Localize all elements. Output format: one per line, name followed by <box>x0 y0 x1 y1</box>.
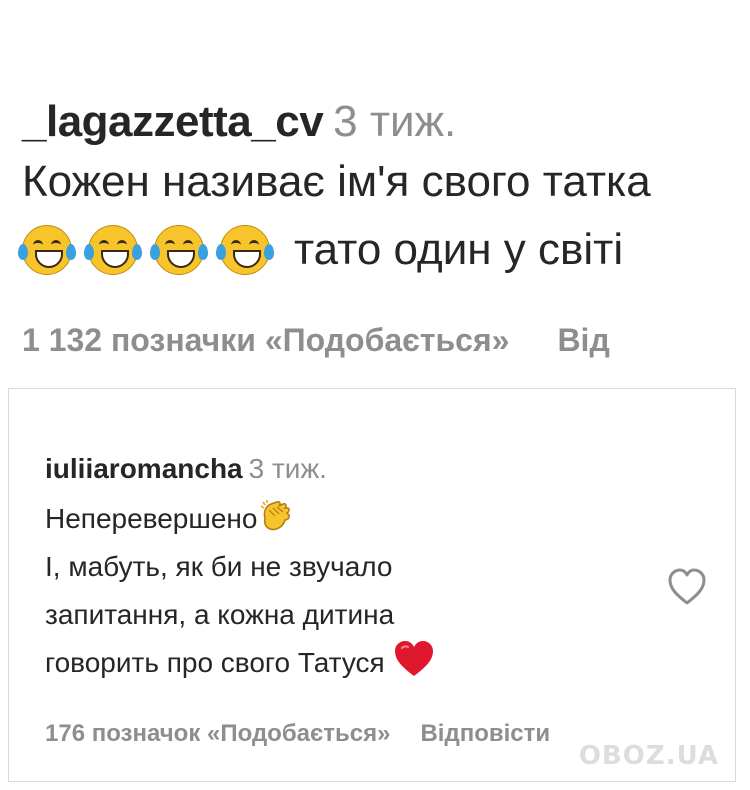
comment-text-line: Кожен називає ім'я свого татка <box>22 157 651 206</box>
comment-text-line: говорить про свого Татуся <box>45 639 605 687</box>
comment-meta: 1 132 позначки «Подобається» Від <box>22 318 610 362</box>
comment-header: _lagazzetta_cv 3 тиж. <box>22 92 456 152</box>
clapping-hands-icon <box>261 500 291 531</box>
likes-count[interactable]: 176 позначок «Подобається» <box>45 720 390 747</box>
laughing-crying-emoji-icon <box>150 225 208 275</box>
comment-text-part: говорить про свого Татуся <box>45 647 385 678</box>
reply-button[interactable]: Від <box>557 322 609 358</box>
comment-text-line: запитання, а кожна дитина <box>45 599 395 630</box>
comment-text: Неперевершено І, мабуть, як би не звучал… <box>45 495 605 687</box>
red-heart-icon <box>394 641 433 676</box>
comment-timestamp[interactable]: 3 тиж. <box>249 453 327 484</box>
heart-outline-icon[interactable] <box>665 565 709 609</box>
comment-header: iuliiaromancha 3 тиж. <box>45 451 327 487</box>
comment-text-line: тато один у світі <box>18 220 750 280</box>
reply-button[interactable]: Відповісти <box>420 720 550 747</box>
comment-username[interactable]: _lagazzetta_cv <box>22 97 324 146</box>
comment-text-part: Неперевершено <box>45 503 258 534</box>
watermark-logo: OBOZ.UA <box>578 741 719 771</box>
laughing-crying-emoji-icon <box>18 225 76 275</box>
comment-text-tail: тато один у світі <box>294 225 624 274</box>
comment-meta: 176 позначок «Подобається» Відповісти <box>45 717 550 751</box>
laughing-crying-emoji-icon <box>84 225 142 275</box>
comment-inset: iuliiaromancha 3 тиж. Неперевершено І, ма… <box>8 388 736 782</box>
comment-username[interactable]: iuliiaromancha <box>45 453 243 484</box>
comment-timestamp[interactable]: 3 тиж. <box>333 97 456 146</box>
comment-text-line: Неперевершено <box>45 495 605 543</box>
comment-text: Кожен називає ім'я свого татка тато один… <box>18 152 750 280</box>
laughing-crying-emoji-icon <box>216 225 274 275</box>
likes-count[interactable]: 1 132 позначки «Подобається» <box>22 322 509 358</box>
comment-zoomed: _lagazzetta_cv 3 тиж. Кожен називає ім'я … <box>0 0 750 380</box>
comment-text-line: І, мабуть, як би не звучало <box>45 551 393 582</box>
